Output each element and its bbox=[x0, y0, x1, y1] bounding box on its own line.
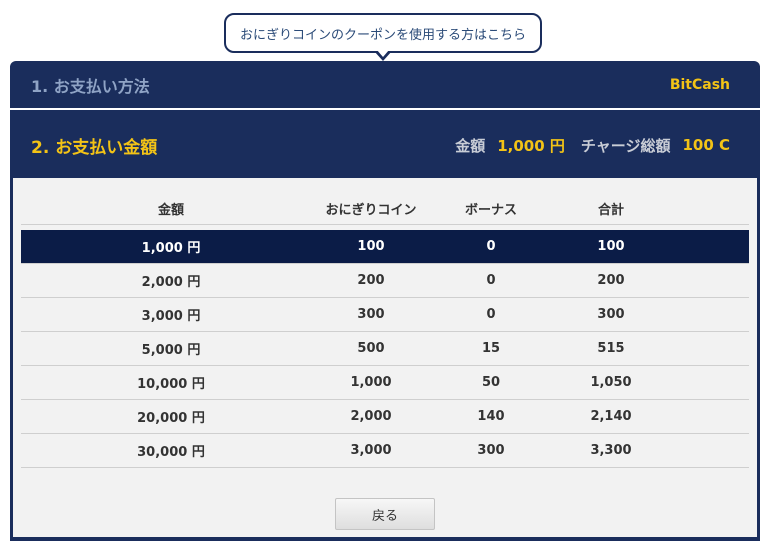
coin-cell: 1,000 bbox=[321, 365, 421, 400]
table-header-row: 金額 おにぎりコイン ボーナス 合計 bbox=[21, 192, 749, 225]
amount-cell: 30,000 円 bbox=[21, 433, 321, 468]
column-header-empty bbox=[661, 192, 749, 225]
table-row[interactable]: 1,000 円 100 0 100 bbox=[21, 230, 749, 264]
bonus-cell: 50 bbox=[421, 365, 561, 400]
bonus-cell: 0 bbox=[421, 263, 561, 298]
total-cell: 3,300 bbox=[561, 433, 661, 468]
row-filler bbox=[661, 399, 749, 434]
bonus-cell: 15 bbox=[421, 331, 561, 366]
row-filler bbox=[661, 365, 749, 400]
amount-cell: 10,000 円 bbox=[21, 365, 321, 400]
table-row[interactable]: 10,000 円 1,000 50 1,050 bbox=[21, 365, 749, 400]
bonus-cell: 140 bbox=[421, 399, 561, 434]
total-cell: 100 bbox=[561, 230, 661, 264]
step1-title: 1. お支払い方法 bbox=[31, 76, 150, 96]
coin-cell: 100 bbox=[321, 230, 421, 264]
total-cell: 200 bbox=[561, 263, 661, 298]
back-button[interactable]: 戻る bbox=[335, 498, 435, 530]
bonus-cell: 0 bbox=[421, 297, 561, 332]
table-row[interactable]: 2,000 円 200 0 200 bbox=[21, 263, 749, 298]
coin-cell: 3,000 bbox=[321, 433, 421, 468]
row-filler bbox=[661, 263, 749, 298]
row-filler bbox=[661, 433, 749, 468]
step1-header[interactable]: 1. お支払い方法 BitCash bbox=[10, 61, 760, 110]
amount-table: 金額 おにぎりコイン ボーナス 合計 1,000 円 100 0 100 2,000 円… bbox=[21, 192, 749, 468]
amount-cell: 20,000 円 bbox=[21, 399, 321, 434]
coupon-link[interactable]: おにぎりコインのクーポンを使用する方はこちら bbox=[224, 13, 542, 53]
coin-cell: 500 bbox=[321, 331, 421, 366]
bonus-cell: 300 bbox=[421, 433, 561, 468]
amount-cell: 5,000 円 bbox=[21, 331, 321, 366]
step2-header: 2. お支払い金額 金額 1,000 円 チャージ総額 100 C bbox=[10, 112, 760, 178]
column-header-coin: おにぎりコイン bbox=[321, 192, 421, 225]
payment-method: BitCash bbox=[669, 76, 730, 93]
coin-cell: 300 bbox=[321, 297, 421, 332]
table-row[interactable]: 30,000 円 3,000 300 3,300 bbox=[21, 433, 749, 468]
amount-cell: 3,000 円 bbox=[21, 297, 321, 332]
bubble-tail-inner bbox=[377, 50, 389, 57]
row-filler bbox=[661, 331, 749, 366]
charge-total-label: チャージ総額 bbox=[580, 136, 671, 155]
row-filler bbox=[661, 230, 749, 264]
total-cell: 1,050 bbox=[561, 365, 661, 400]
amount-cell: 1,000 円 bbox=[21, 230, 321, 264]
bonus-cell: 0 bbox=[421, 230, 561, 264]
amount-summary: 金額 1,000 円 チャージ総額 100 C bbox=[455, 135, 730, 156]
coin-cell: 200 bbox=[321, 263, 421, 298]
total-cell: 515 bbox=[561, 331, 661, 366]
total-cell: 300 bbox=[561, 297, 661, 332]
column-header-amount: 金額 bbox=[21, 192, 321, 225]
amount-value: 1,000 円 bbox=[497, 136, 565, 155]
table-row[interactable]: 20,000 円 2,000 140 2,140 bbox=[21, 399, 749, 434]
column-header-bonus: ボーナス bbox=[421, 192, 561, 225]
amount-label: 金額 bbox=[455, 136, 486, 155]
table-row[interactable]: 3,000 円 300 0 300 bbox=[21, 297, 749, 332]
column-header-total: 合計 bbox=[561, 192, 661, 225]
step2-title: 2. お支払い金額 bbox=[31, 137, 158, 158]
table-row[interactable]: 5,000 円 500 15 515 bbox=[21, 331, 749, 366]
coin-cell: 2,000 bbox=[321, 399, 421, 434]
amount-cell: 2,000 円 bbox=[21, 263, 321, 298]
content-area: 金額 おにぎりコイン ボーナス 合計 1,000 円 100 0 100 2,000 円… bbox=[13, 178, 757, 537]
total-cell: 2,140 bbox=[561, 399, 661, 434]
charge-total-value: 100 C bbox=[682, 136, 730, 154]
row-filler bbox=[661, 297, 749, 332]
